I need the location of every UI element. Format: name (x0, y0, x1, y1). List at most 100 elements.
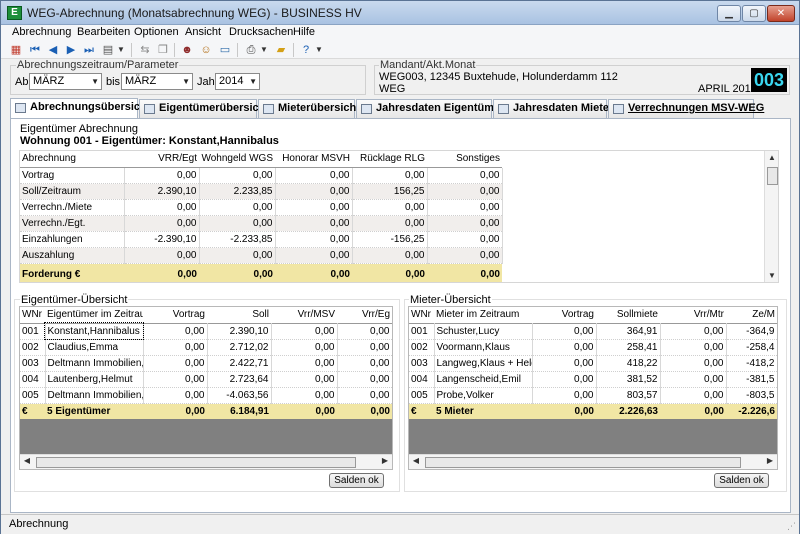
tab-verrechnungen-msv-weg[interactable]: Verrechnungen MSV-WEG (608, 99, 764, 118)
table-cell[interactable]: 0,00 (532, 387, 597, 403)
grid-view-icon[interactable]: ▤ (100, 42, 116, 58)
table-cell[interactable]: 005 (409, 387, 435, 403)
table-cell[interactable]: 2.712,02 (207, 339, 272, 355)
scroll-right-icon[interactable]: ▶ (763, 456, 777, 465)
tenants-salden-ok-button[interactable]: Salden ok (714, 473, 769, 488)
column-header[interactable]: Vortrag (532, 307, 596, 323)
table-row[interactable]: 003 Deltmann Immobilien, 0,00 2.422,71 0,00 0… (20, 355, 392, 371)
table-cell[interactable]: Verrechn./Miete (20, 199, 125, 216)
column-header[interactable]: Soll (207, 307, 271, 323)
table-cell[interactable]: 001 (20, 323, 46, 339)
year-select[interactable]: 2014 ▼ (215, 73, 260, 90)
table-cell[interactable]: -803,5 (726, 387, 777, 403)
last-record-icon[interactable]: ⏭ (81, 42, 97, 58)
column-header[interactable]: Honorar MSVH (275, 151, 352, 167)
menu-bearbeiten[interactable]: Bearbeiten (77, 26, 130, 38)
table-cell[interactable]: 0,00 (271, 339, 338, 355)
column-header[interactable]: Abrechnung (20, 151, 124, 167)
table-cell[interactable]: 0,00 (660, 339, 727, 355)
close-icon[interactable]: ✕ (767, 5, 795, 22)
table-cell[interactable]: 0,00 (532, 355, 597, 371)
print-dropdown-icon[interactable]: ▼ (259, 42, 269, 58)
table-cell[interactable]: Langenscheid,Emil (434, 371, 533, 387)
column-header[interactable]: WNr (409, 307, 434, 323)
column-header[interactable]: Vrr/Eg (337, 307, 392, 323)
table-cell[interactable]: 0,00 (124, 199, 200, 216)
table-cell[interactable]: 004 (20, 371, 46, 387)
table-cell[interactable]: 0,00 (275, 183, 353, 200)
table-cell[interactable]: 2.422,71 (207, 355, 272, 371)
table-cell[interactable]: 156,25 (352, 183, 428, 200)
table-cell[interactable]: 0,00 (660, 371, 727, 387)
table-cell[interactable]: 0,00 (275, 247, 353, 264)
table-cell[interactable]: -418,2 (726, 355, 777, 371)
table-cell[interactable]: 0,00 (199, 167, 276, 184)
table-cell[interactable]: -258,4 (726, 339, 777, 355)
to-month-select[interactable]: MÄRZ ▼ (121, 73, 193, 90)
table-cell[interactable]: 0,00 (124, 167, 200, 184)
table-cell[interactable]: 0,00 (337, 323, 392, 339)
table-cell[interactable]: 0,00 (532, 323, 597, 339)
table-cell[interactable]: 0,00 (532, 371, 597, 387)
table-cell[interactable]: Langweg,Klaus + Helg (434, 355, 533, 371)
table-cell[interactable]: -156,25 (352, 231, 428, 248)
transfer-icon[interactable]: ⇆ (137, 42, 153, 58)
table-cell[interactable]: 0,00 (427, 199, 503, 216)
table-cell[interactable]: 418,22 (596, 355, 661, 371)
grid-dropdown-icon[interactable]: ▼ (116, 42, 126, 58)
table-cell[interactable]: -2.390,10 (124, 231, 200, 248)
table-cell[interactable]: 381,52 (596, 371, 661, 387)
calendar-icon[interactable]: ▦ (8, 42, 24, 58)
table-row[interactable]: 004 Lautenberg,Helmut 0,00 2.723,64 0,00 0,00 (20, 371, 392, 387)
table-cell[interactable]: 0,00 (275, 231, 353, 248)
horizontal-scrollbar[interactable]: ◀ ▶ (20, 454, 392, 469)
minimize-icon[interactable]: ▁ (717, 5, 741, 22)
column-header[interactable]: Vrr/Mtr (660, 307, 726, 323)
table-cell[interactable]: 364,91 (596, 323, 661, 339)
table-cell[interactable]: 0,00 (427, 215, 503, 232)
table-row[interactable]: Einzahlungen -2.390,10 -2.233,85 0,00 -156,2… (20, 231, 503, 248)
table-row[interactable]: 003 Langweg,Klaus + Helg 0,00 418,22 0,00 -41… (409, 355, 777, 371)
table-cell[interactable]: 0,00 (352, 199, 428, 216)
column-header[interactable]: Sonstiges (427, 151, 502, 167)
table-cell[interactable]: 2.723,64 (207, 371, 272, 387)
scroll-up-icon[interactable]: ▲ (765, 153, 778, 162)
table-cell[interactable]: 0,00 (271, 387, 338, 403)
column-header[interactable]: Ze/M (726, 307, 777, 323)
table-cell[interactable]: 0,00 (660, 387, 727, 403)
table-cell[interactable]: 0,00 (275, 167, 353, 184)
document-icon[interactable]: ▭ (217, 42, 233, 58)
table-row[interactable]: Verrechn./Miete 0,00 0,00 0,00 0,00 0,00 (20, 199, 503, 216)
table-cell[interactable]: 258,41 (596, 339, 661, 355)
tab-abrechnungsuebersicht[interactable]: Abrechnungsübersicht (10, 98, 150, 118)
table-row[interactable]: 004 Langenscheid,Emil 0,00 381,52 0,00 -381,5 (409, 371, 777, 387)
table-cell[interactable]: 0,00 (275, 215, 353, 232)
table-cell[interactable]: 0,00 (271, 371, 338, 387)
first-record-icon[interactable]: ⏮ (27, 42, 43, 58)
table-cell[interactable]: 0,00 (532, 339, 597, 355)
table-cell[interactable]: 002 (20, 339, 46, 355)
owners-salden-ok-button[interactable]: Salden ok (329, 473, 384, 488)
table-cell[interactable]: 0,00 (143, 387, 208, 403)
table-cell[interactable]: 0,00 (660, 355, 727, 371)
table-cell[interactable]: 0,00 (337, 371, 392, 387)
column-header[interactable]: Vortrag (143, 307, 207, 323)
table-cell[interactable]: 004 (409, 371, 435, 387)
table-row[interactable]: 001 Schuster,Lucy 0,00 364,91 0,00 -364,9 (409, 323, 777, 339)
table-cell[interactable]: Claudius,Emma (45, 339, 144, 355)
table-row[interactable]: 001 Konstant,Hannibalus 0,00 2.390,10 0,00 0,… (20, 322, 392, 340)
menu-drucksachen[interactable]: Drucksachen (229, 26, 293, 38)
resize-grip-icon[interactable]: ⋰ (787, 521, 796, 532)
table-cell[interactable]: 0,00 (199, 199, 276, 216)
table-cell[interactable]: 0,00 (352, 247, 428, 264)
table-cell[interactable]: 003 (409, 355, 435, 371)
table-cell[interactable]: 0,00 (199, 247, 276, 264)
tab-mieteruebersicht[interactable]: Mieterübersicht (258, 99, 360, 118)
table-cell[interactable]: Deltmann Immobilien, (45, 355, 144, 371)
horizontal-scrollbar[interactable]: ◀ ▶ (409, 454, 777, 469)
table-cell[interactable]: 0,00 (143, 355, 208, 371)
table-cell[interactable]: Auszahlung (20, 247, 125, 264)
table-cell[interactable]: 0,00 (352, 215, 428, 232)
column-header[interactable]: Eigentümer im Zeitraum (45, 307, 143, 323)
table-cell[interactable]: 0,00 (124, 247, 200, 264)
